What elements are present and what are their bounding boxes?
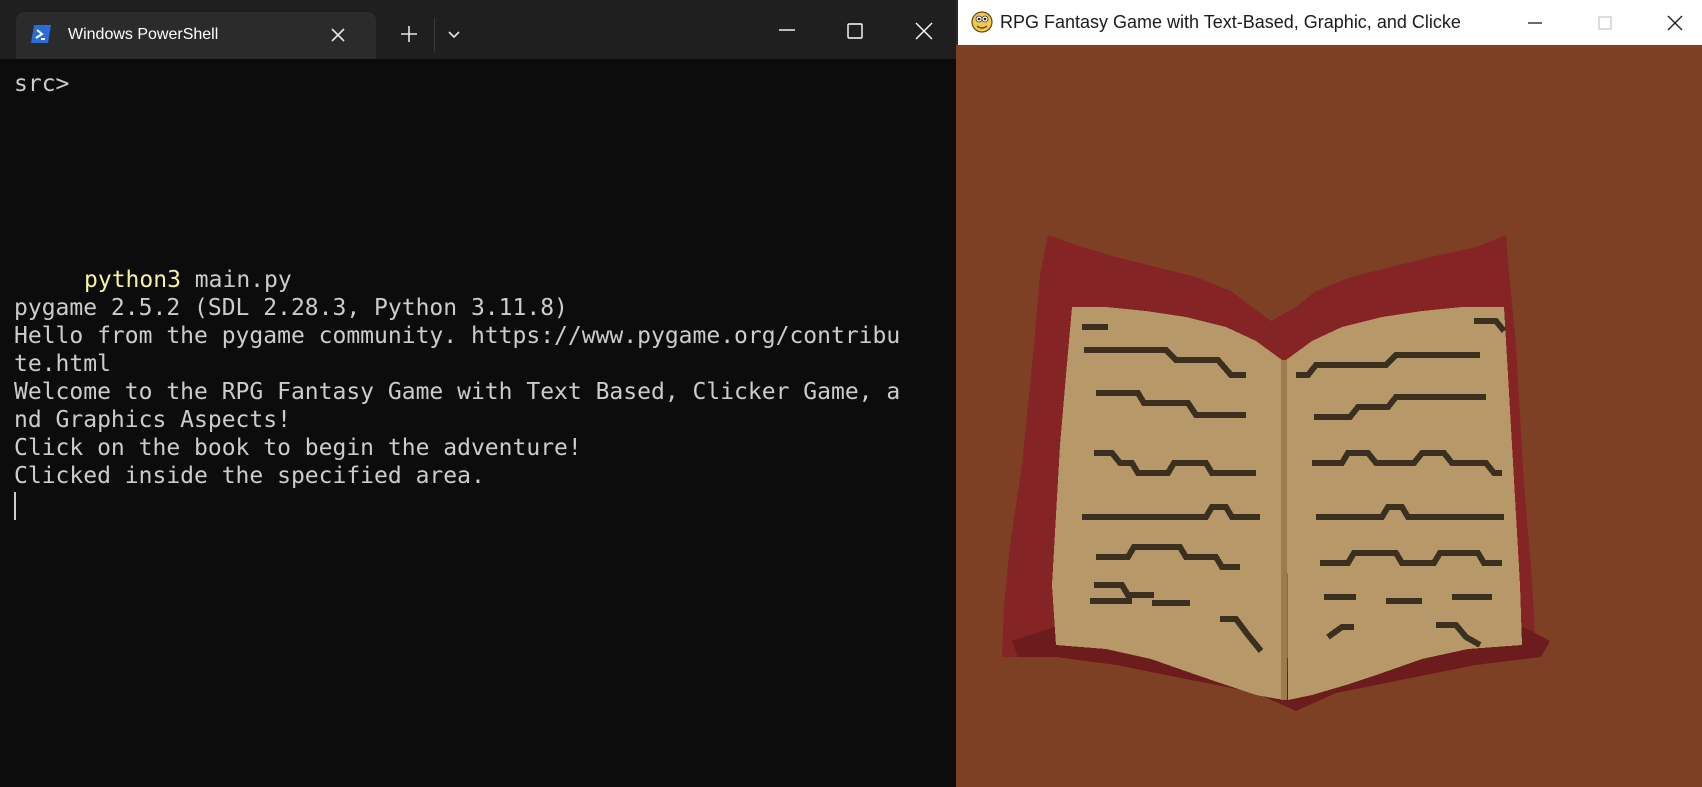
command-args: main.py: [180, 267, 292, 293]
game-window: RPG Fantasy Game with Text-Based, Graphi…: [956, 0, 1702, 787]
plus-icon[interactable]: [400, 25, 418, 43]
close-icon[interactable]: [913, 20, 935, 42]
output-line: Click on the book to begin the adventure…: [14, 435, 582, 461]
terminal-window: Windows PowerShell src> python3 main.py …: [0, 0, 956, 787]
book-spine: [1281, 360, 1287, 700]
output-line: Hello from the pygame community. https:/…: [14, 323, 901, 349]
output-line: pygame 2.5.2 (SDL 2.28.3, Python 3.11.8): [14, 295, 568, 321]
prompt-line: src>: [14, 71, 70, 97]
close-tab-icon[interactable]: [328, 25, 348, 45]
text-cursor: [14, 492, 16, 520]
tab-divider: [434, 18, 435, 52]
command-keyword: python3: [84, 267, 181, 293]
output-line: nd Graphics Aspects!: [14, 407, 291, 433]
minimize-icon[interactable]: [1524, 12, 1546, 34]
chevron-down-icon[interactable]: [446, 26, 462, 42]
game-titlebar: RPG Fantasy Game with Text-Based, Graphi…: [956, 0, 1702, 45]
minimize-icon[interactable]: [776, 20, 798, 40]
window-title: RPG Fantasy Game with Text-Based, Graphi…: [1000, 12, 1460, 32]
tab-title: Windows PowerShell: [68, 26, 219, 43]
output-line: te.html: [14, 351, 111, 377]
pygame-snake-icon: [971, 11, 993, 33]
tab-windows-powershell[interactable]: Windows PowerShell: [16, 12, 376, 59]
close-icon[interactable]: [1664, 12, 1686, 34]
terminal-titlebar: Windows PowerShell: [0, 0, 956, 59]
output-line: Welcome to the RPG Fantasy Game with Tex…: [14, 379, 901, 405]
output-line: Clicked inside the specified area.: [14, 463, 485, 489]
command-line: python3 main.py: [84, 266, 292, 294]
powershell-icon: [31, 25, 51, 43]
terminal-output[interactable]: src> python3 main.py pygame 2.5.2 (SDL 2…: [14, 70, 946, 787]
maximize-icon[interactable]: [844, 20, 866, 42]
maximize-icon: [1598, 16, 1612, 30]
game-canvas[interactable]: [956, 45, 1702, 787]
